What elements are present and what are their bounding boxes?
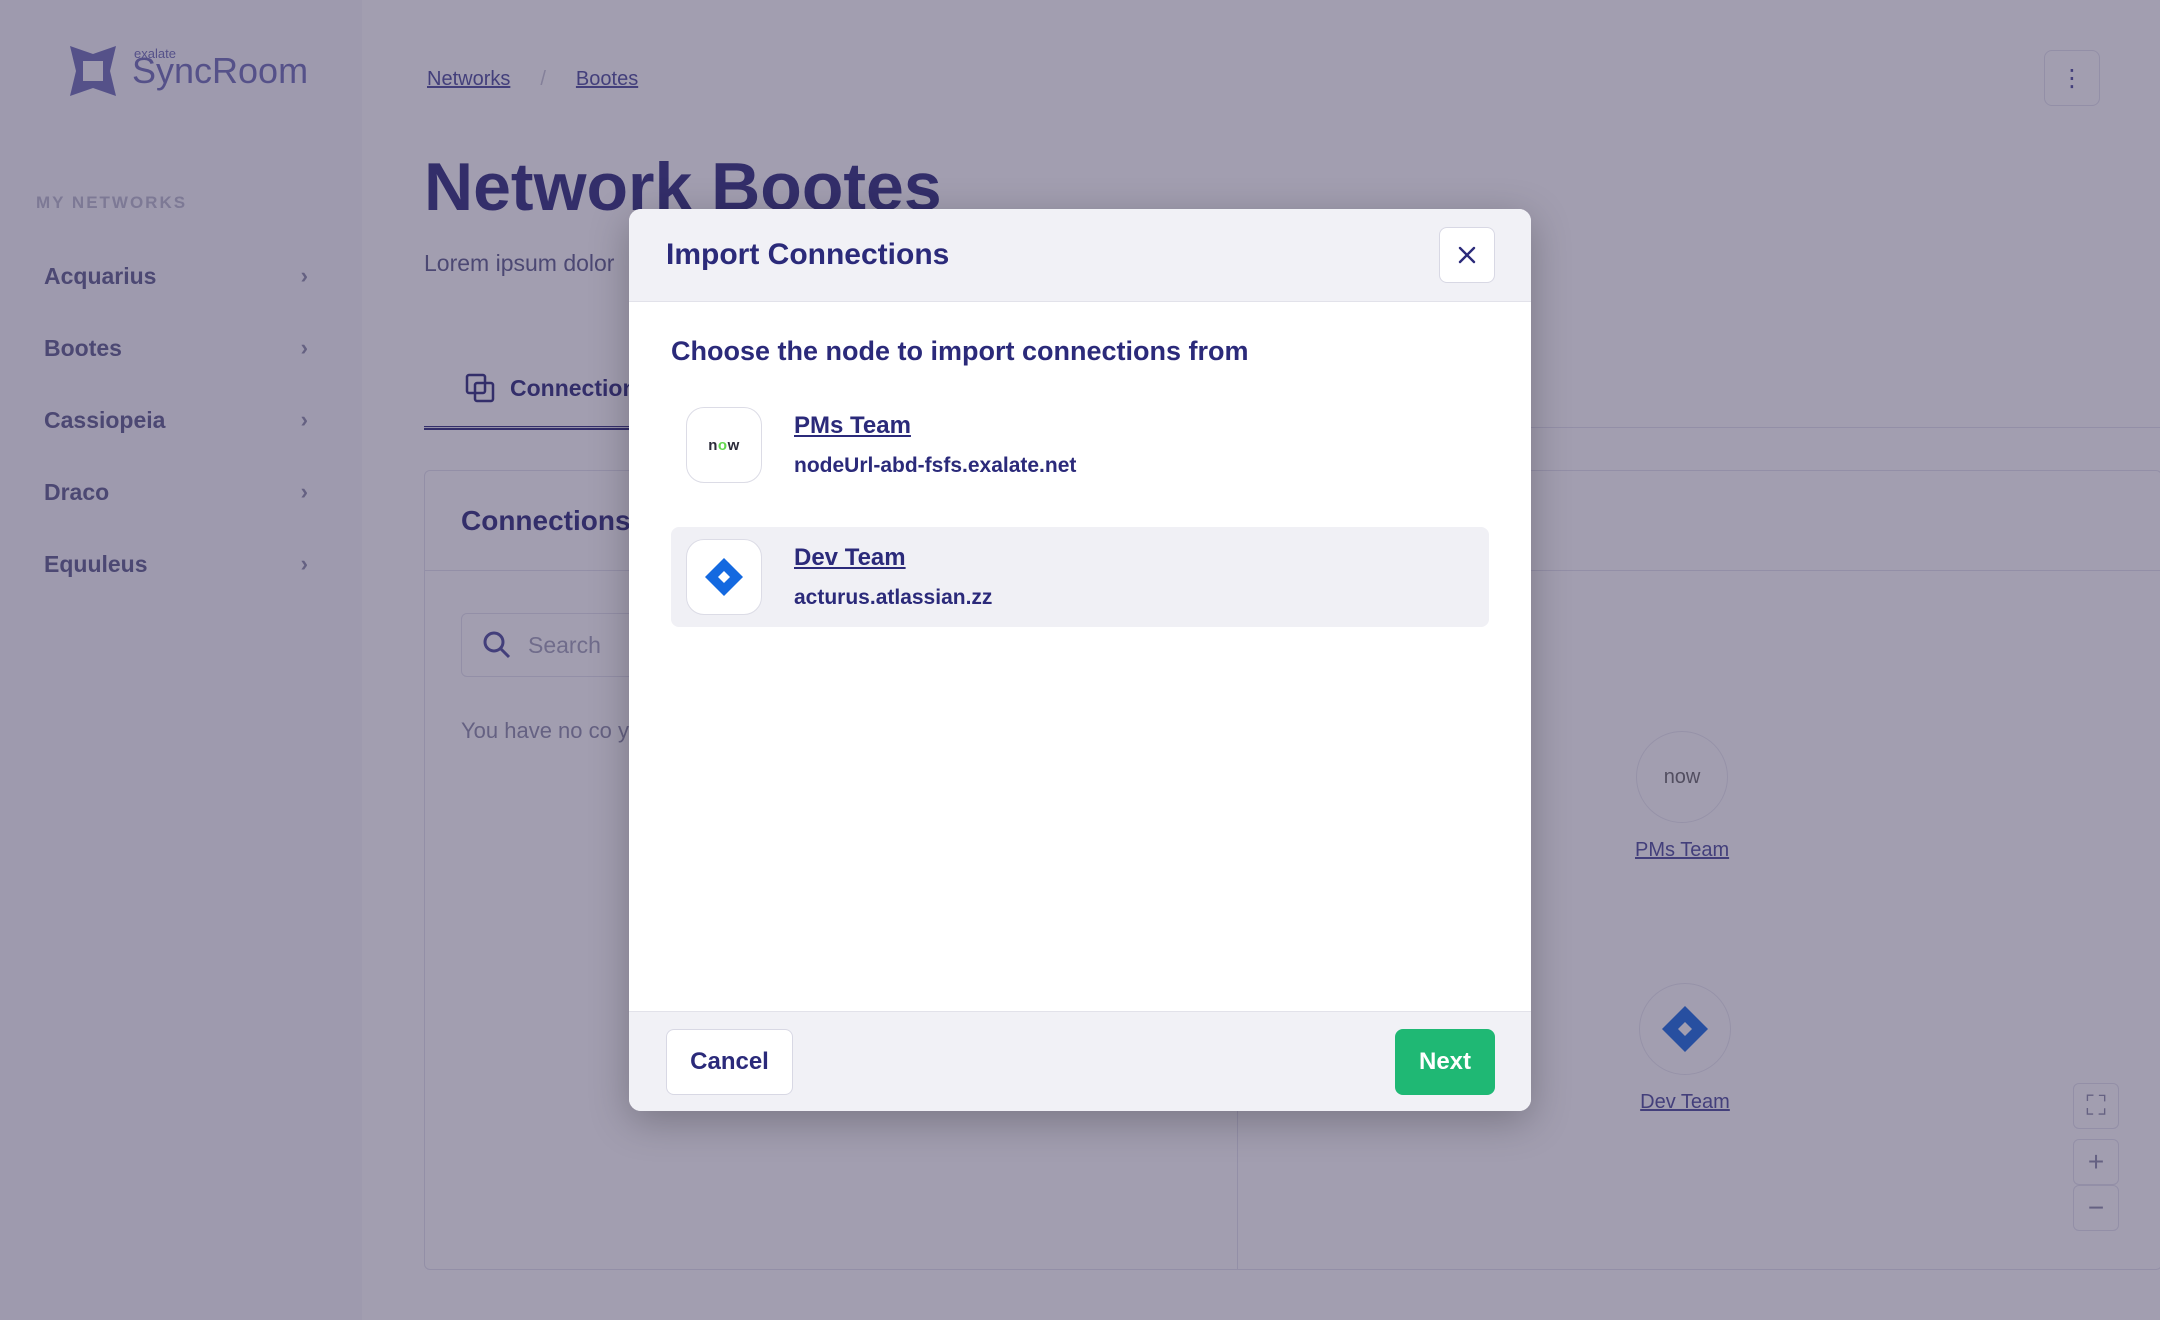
node-name-link[interactable]: Dev Team — [794, 544, 992, 572]
dialog-title: Import Connections — [666, 238, 950, 271]
next-button[interactable]: Next — [1395, 1028, 1495, 1095]
dialog-footer: Cancel Next — [629, 1011, 1531, 1111]
node-option-pms-team[interactable]: now PMs Team nodeUrl-abd-fsfs.exalate.ne… — [671, 395, 1489, 495]
close-icon — [1458, 246, 1476, 264]
dialog-subtitle: Choose the node to import connections fr… — [671, 336, 1249, 366]
dialog-body: Choose the node to import connections fr… — [629, 302, 1531, 1011]
cancel-button[interactable]: Cancel — [666, 1028, 793, 1095]
node-url: acturus.atlassian.zz — [794, 586, 993, 609]
node-url: nodeUrl-abd-fsfs.exalate.net — [794, 454, 1077, 477]
dialog-header: Import Connections — [629, 209, 1531, 302]
node-option-text: PMs Team nodeUrl-abd-fsfs.exalate.net — [794, 412, 1076, 478]
import-connections-dialog: Import Connections Choose the node to im… — [629, 209, 1531, 1111]
close-button[interactable] — [1439, 227, 1495, 283]
node-option-text: Dev Team acturus.atlassian.zz — [794, 544, 992, 610]
node-option-dev-team[interactable]: Dev Team acturus.atlassian.zz — [671, 527, 1489, 627]
servicenow-logo: now — [686, 407, 762, 483]
servicenow-logo-text: now — [708, 436, 740, 454]
node-name-link[interactable]: PMs Team — [794, 412, 1076, 440]
jira-diamond-icon — [686, 539, 762, 615]
